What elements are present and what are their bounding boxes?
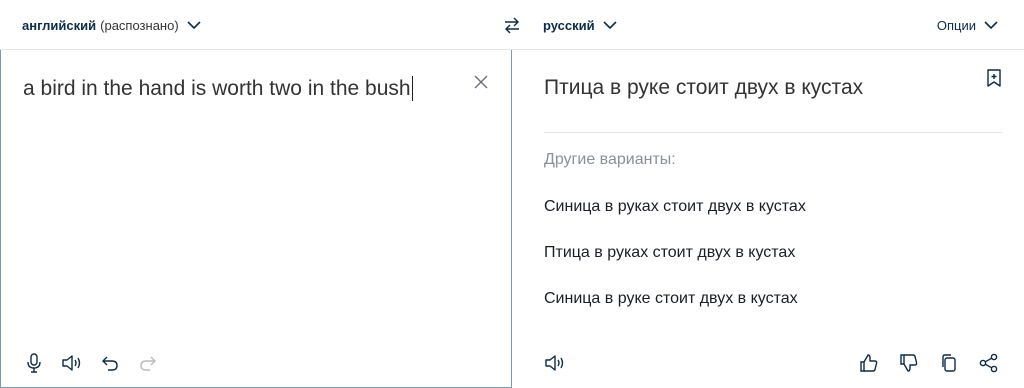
source-text-value: a bird in the hand is worth two in the b… [23,76,411,100]
speaker-icon[interactable] [542,350,568,376]
translation-panel: Птица в руке стоит двух в кустах Другие … [512,50,1024,388]
chevron-down-icon [187,21,201,30]
options-button[interactable]: Опции [937,0,998,50]
chevron-down-icon [603,21,617,30]
options-label: Опции [936,17,976,33]
alternatives-heading: Другие варианты: [544,151,676,168]
detected-label: (распознано) [100,17,179,33]
source-toolbar [21,350,161,376]
swap-languages-icon[interactable] [501,14,523,36]
chevron-down-icon [984,21,998,30]
source-text-panel[interactable]: a bird in the hand is worth two in the b… [0,50,512,388]
translation-actions-toolbar [856,350,1002,376]
text-caret [411,76,414,101]
source-language-name: английский [22,17,97,33]
target-language-name: русский [543,17,595,33]
alternatives-list: Синица в руках стоит двух в кустах Птица… [544,198,806,336]
thumbs-down-icon[interactable] [896,350,922,376]
alternative-item[interactable]: Птица в руках стоит двух в кустах [544,244,806,290]
alternative-item[interactable]: Синица в руке стоит двух в кустах [544,290,806,336]
language-bar: английский (распознано) русский Опции [0,0,1024,50]
divider [544,132,1002,133]
share-icon[interactable] [976,350,1002,376]
clear-text-icon[interactable] [471,72,491,92]
copy-icon[interactable] [936,350,962,376]
translation-text: Птица в руке стоит двух в кустах [544,76,864,99]
undo-icon[interactable] [97,350,123,376]
target-language-selector[interactable]: русский [543,0,617,50]
redo-icon[interactable] [135,350,161,376]
translation-speak-toolbar [542,350,568,376]
source-language-selector[interactable]: английский (распознано) [22,0,201,50]
alternative-item[interactable]: Синица в руках стоит двух в кустах [544,198,806,244]
source-text-input[interactable]: a bird in the hand is worth two in the b… [23,76,414,101]
speaker-icon[interactable] [59,350,85,376]
save-translation-icon[interactable] [984,68,1004,88]
microphone-icon[interactable] [21,350,47,376]
thumbs-up-icon[interactable] [856,350,882,376]
